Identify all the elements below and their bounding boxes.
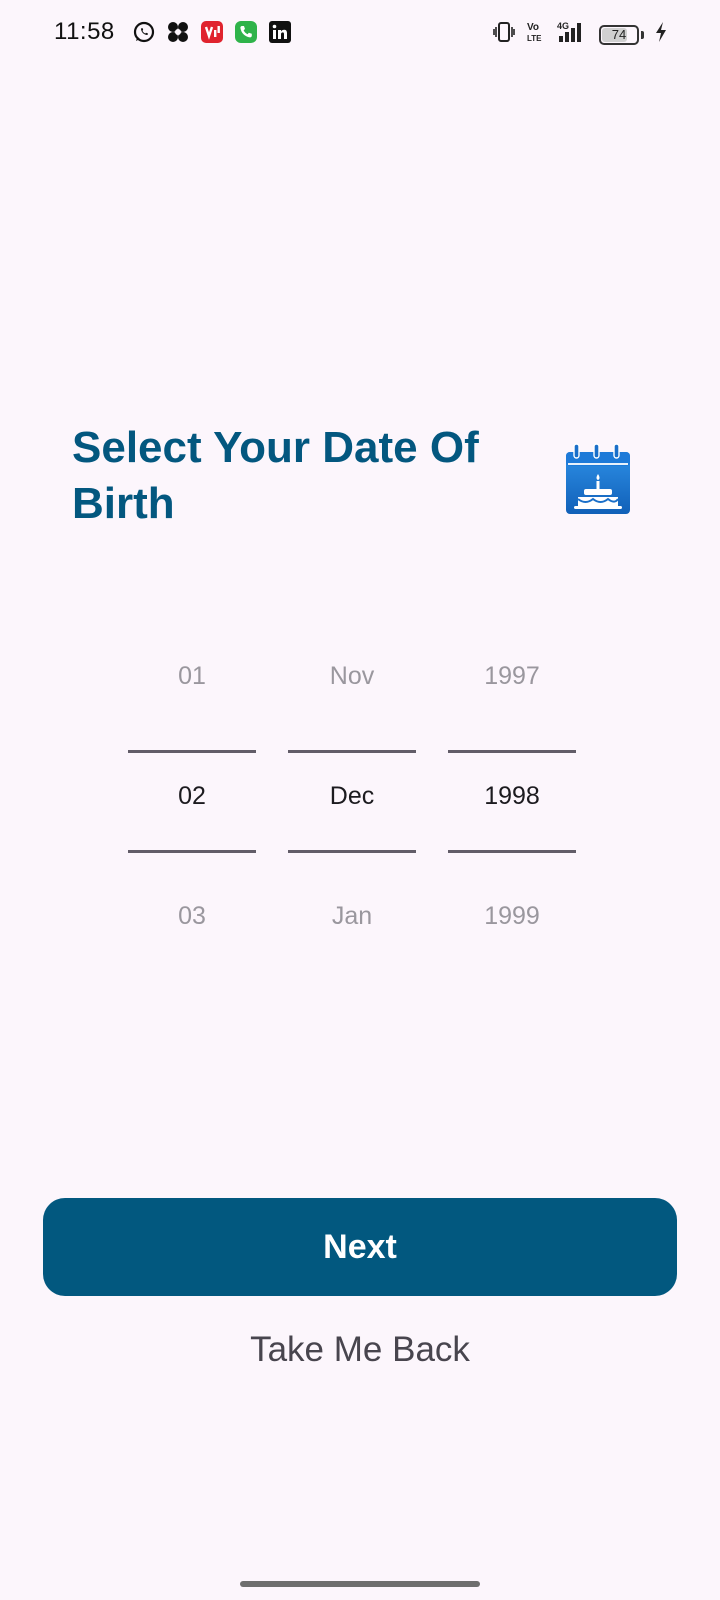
battery-cap bbox=[641, 30, 644, 39]
signal-4g-icon: 4G bbox=[555, 20, 589, 49]
month-next-option[interactable]: Jan bbox=[288, 896, 416, 936]
status-time: 11:58 bbox=[54, 18, 115, 45]
year-selected-option[interactable]: 1998 bbox=[448, 776, 576, 816]
picker-divider bbox=[448, 850, 576, 853]
volte-icon: Vo LTE bbox=[525, 20, 545, 49]
year-prev-option[interactable]: 1997 bbox=[448, 656, 576, 696]
phone-call-icon bbox=[234, 20, 258, 44]
gesture-navigation-bar[interactable] bbox=[240, 1581, 480, 1587]
picker-divider bbox=[128, 750, 256, 753]
charging-icon bbox=[654, 21, 668, 48]
status-bar: 11:58 Vo LTE 4G 74 bbox=[0, 0, 720, 64]
day-wheel[interactable]: 01 02 03 bbox=[128, 640, 256, 940]
year-wheel[interactable]: 1997 1998 1999 bbox=[448, 640, 576, 940]
battery-level: 74 bbox=[611, 26, 627, 42]
month-prev-option[interactable]: Nov bbox=[288, 656, 416, 696]
picker-divider bbox=[288, 850, 416, 853]
pinwheel-app-icon bbox=[166, 20, 190, 44]
month-wheel[interactable]: Nov Dec Jan bbox=[288, 640, 416, 940]
svg-text:Vo: Vo bbox=[527, 22, 539, 33]
notification-icons bbox=[132, 20, 292, 44]
day-selected-option[interactable]: 02 bbox=[128, 776, 256, 816]
svg-text:LTE: LTE bbox=[527, 34, 542, 43]
day-next-option[interactable]: 03 bbox=[128, 896, 256, 936]
page-title: Select Your Date Of Birth bbox=[72, 423, 479, 528]
month-selected-option[interactable]: Dec bbox=[288, 776, 416, 816]
take-me-back-link[interactable]: Take Me Back bbox=[0, 1330, 720, 1370]
picker-divider bbox=[128, 850, 256, 853]
next-button[interactable]: Next bbox=[43, 1198, 677, 1296]
day-prev-option[interactable]: 01 bbox=[128, 656, 256, 696]
vi-app-icon bbox=[200, 20, 224, 44]
picker-divider bbox=[448, 750, 576, 753]
birthday-calendar-icon bbox=[560, 440, 636, 518]
vibrate-icon bbox=[493, 21, 515, 48]
system-icons: Vo LTE 4G 74 bbox=[493, 20, 668, 49]
year-next-option[interactable]: 1999 bbox=[448, 896, 576, 936]
whatsapp-icon bbox=[132, 20, 156, 44]
svg-text:4G: 4G bbox=[557, 21, 569, 31]
date-picker: 01 02 03 Nov Dec Jan 1997 1998 1999 bbox=[128, 640, 576, 940]
picker-divider bbox=[288, 750, 416, 753]
battery-icon: 74 bbox=[599, 24, 639, 45]
linkedin-icon bbox=[268, 20, 292, 44]
